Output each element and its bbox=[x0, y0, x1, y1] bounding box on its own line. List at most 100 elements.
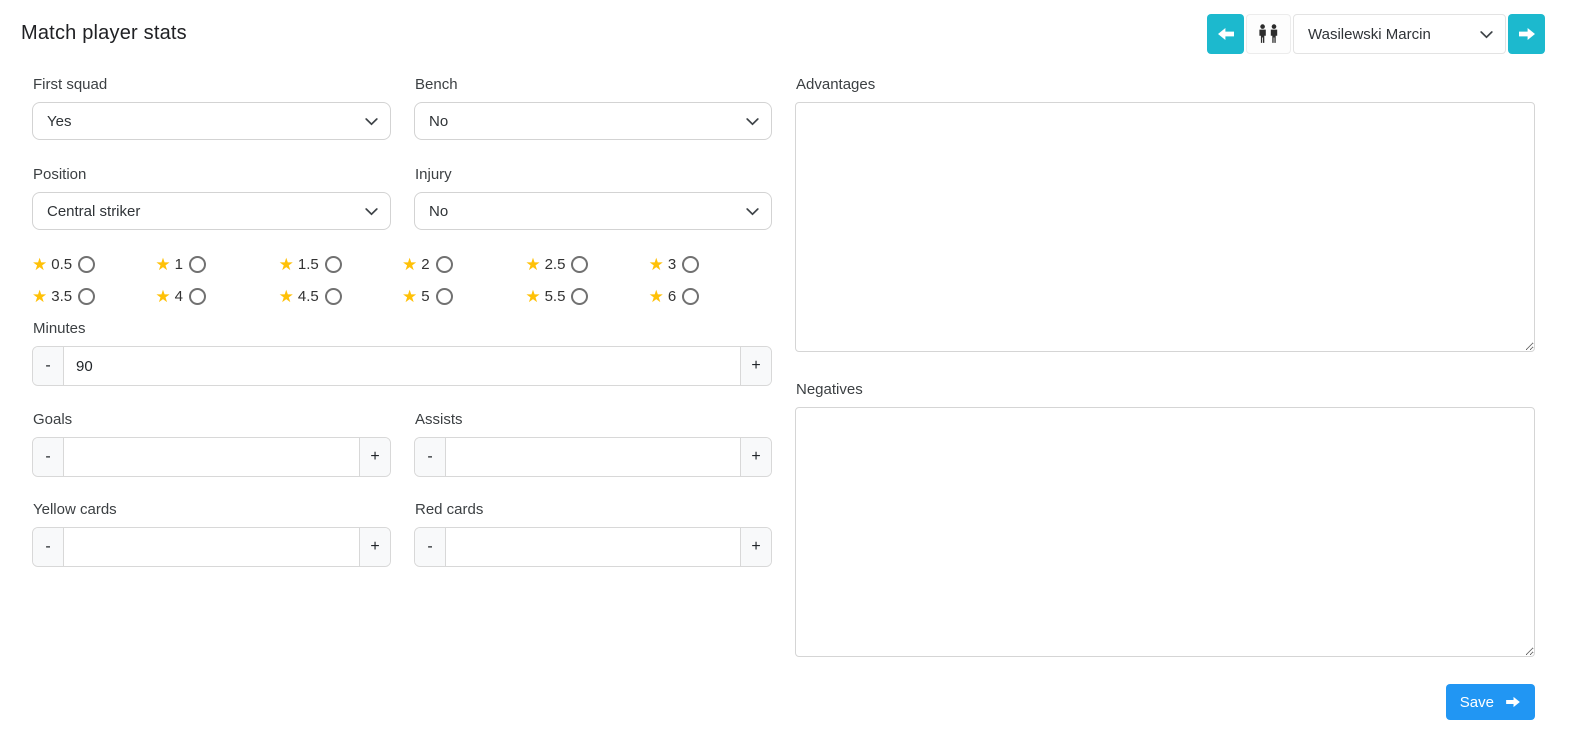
star-icon: ★ bbox=[32, 255, 48, 274]
first-squad-select[interactable]: Yes bbox=[32, 102, 391, 140]
rating-value: 1.5 bbox=[297, 256, 319, 273]
header: Match player stats Wasilewski Marcin bbox=[0, 0, 1571, 68]
yellow-cards-decrement-button[interactable]: - bbox=[33, 528, 64, 566]
rating-value: 5 bbox=[421, 288, 430, 305]
negatives-textarea[interactable] bbox=[795, 407, 1535, 657]
star-icon: ★ bbox=[278, 255, 294, 274]
assists-decrement-button[interactable]: - bbox=[415, 438, 446, 476]
yellow-cards-increment-button[interactable]: + bbox=[359, 528, 390, 566]
minutes-label: Minutes bbox=[33, 320, 86, 337]
rating-radio[interactable] bbox=[78, 288, 96, 305]
minutes-field: Minutes - + bbox=[32, 320, 772, 386]
rating-value: 1 bbox=[174, 256, 183, 273]
arrow-right-icon bbox=[1518, 27, 1536, 41]
rating-value: 2 bbox=[421, 256, 430, 273]
rating-option-4[interactable]: ★ 4 bbox=[155, 287, 278, 306]
players-list-button[interactable] bbox=[1246, 14, 1291, 54]
rating-option-5.5[interactable]: ★ 5.5 bbox=[525, 287, 648, 306]
star-icon: ★ bbox=[402, 255, 418, 274]
rating-radio[interactable] bbox=[188, 256, 206, 273]
player-navigation: Wasilewski Marcin bbox=[1207, 14, 1545, 54]
star-icon: ★ bbox=[155, 287, 171, 306]
rating-option-4.5[interactable]: ★ 4.5 bbox=[279, 287, 402, 306]
save-button[interactable]: Save bbox=[1445, 684, 1535, 720]
injury-label: Injury bbox=[415, 166, 452, 183]
rating-radio[interactable] bbox=[324, 256, 342, 273]
injury-field: Injury No bbox=[414, 166, 772, 230]
assists-label: Assists bbox=[415, 411, 463, 428]
first-squad-label: First squad bbox=[33, 76, 108, 93]
rating-option-1[interactable]: ★ 1 bbox=[155, 255, 278, 274]
player-select[interactable]: Wasilewski Marcin bbox=[1293, 14, 1506, 54]
minutes-input[interactable] bbox=[64, 347, 740, 385]
red-cards-field: Red cards - + bbox=[414, 501, 772, 567]
rating-radio[interactable] bbox=[571, 288, 589, 305]
advantages-field: Advantages bbox=[795, 76, 1535, 352]
assists-increment-button[interactable]: + bbox=[740, 438, 771, 476]
yellow-cards-field: Yellow cards - + bbox=[32, 501, 391, 567]
goals-stepper: - + bbox=[32, 437, 391, 477]
next-player-button[interactable] bbox=[1508, 14, 1545, 54]
rating-radio[interactable] bbox=[682, 256, 700, 273]
match-player-stats-page: Match player stats Wasilewski Marcin Fir… bbox=[0, 0, 1571, 720]
advantages-label: Advantages bbox=[796, 76, 876, 93]
star-icon: ★ bbox=[648, 287, 664, 306]
bench-select-wrap: No bbox=[414, 102, 772, 140]
rating-radio[interactable] bbox=[435, 288, 453, 305]
players-icon bbox=[1257, 24, 1280, 44]
star-icon: ★ bbox=[155, 255, 171, 274]
red-cards-decrement-button[interactable]: - bbox=[415, 528, 446, 566]
previous-player-button[interactable] bbox=[1207, 14, 1244, 54]
red-cards-stepper: - + bbox=[414, 527, 772, 567]
rating-value: 5.5 bbox=[544, 288, 566, 305]
rating-radio[interactable] bbox=[571, 256, 589, 273]
star-icon: ★ bbox=[525, 287, 541, 306]
rating-radio[interactable] bbox=[188, 288, 206, 305]
goals-increment-button[interactable]: + bbox=[359, 438, 390, 476]
position-select-wrap: Central striker bbox=[32, 192, 391, 230]
rating-radio[interactable] bbox=[435, 256, 453, 273]
rating-option-0.5[interactable]: ★ 0.5 bbox=[32, 255, 155, 274]
position-select[interactable]: Central striker bbox=[32, 192, 391, 230]
yellow-cards-input[interactable] bbox=[64, 528, 359, 566]
injury-select[interactable]: No bbox=[414, 192, 772, 230]
rating-option-3[interactable]: ★ 3 bbox=[649, 255, 772, 274]
bench-select[interactable]: No bbox=[414, 102, 772, 140]
minutes-decrement-button[interactable]: - bbox=[33, 347, 64, 385]
goals-decrement-button[interactable]: - bbox=[33, 438, 64, 476]
rating-radio[interactable] bbox=[324, 288, 342, 305]
rating-value: 6 bbox=[667, 288, 677, 305]
bench-field: Bench No bbox=[414, 76, 772, 140]
rating-radio[interactable] bbox=[78, 256, 96, 273]
injury-select-wrap: No bbox=[414, 192, 772, 230]
rating-option-5[interactable]: ★ 5 bbox=[402, 287, 525, 306]
position-label: Position bbox=[33, 166, 87, 183]
goals-input[interactable] bbox=[64, 438, 359, 476]
negatives-label: Negatives bbox=[796, 381, 863, 398]
bench-label: Bench bbox=[415, 76, 458, 93]
rating-value: 3 bbox=[667, 256, 677, 273]
notes-column: Advantages Negatives Save bbox=[795, 76, 1535, 720]
rating-option-2[interactable]: ★ 2 bbox=[402, 255, 525, 274]
assists-input[interactable] bbox=[446, 438, 740, 476]
assists-field: Assists - + bbox=[414, 411, 772, 477]
first-squad-field: First squad Yes bbox=[32, 76, 391, 140]
rating-option-1.5[interactable]: ★ 1.5 bbox=[279, 255, 402, 274]
rating-option-3.5[interactable]: ★ 3.5 bbox=[32, 287, 155, 306]
page-title: Match player stats bbox=[21, 22, 187, 44]
star-icon: ★ bbox=[648, 255, 664, 274]
goals-field: Goals - + bbox=[32, 411, 391, 477]
rating-radio[interactable] bbox=[682, 288, 700, 305]
stats-column: First squad Yes Bench No Position Centra… bbox=[32, 76, 772, 720]
red-cards-increment-button[interactable]: + bbox=[740, 528, 771, 566]
red-cards-input[interactable] bbox=[446, 528, 740, 566]
advantages-textarea[interactable] bbox=[795, 102, 1535, 352]
minutes-increment-button[interactable]: + bbox=[740, 347, 771, 385]
rating-value: 0.5 bbox=[51, 256, 73, 273]
negatives-field: Negatives bbox=[795, 381, 1535, 657]
rating-value: 3.5 bbox=[51, 288, 73, 305]
goals-label: Goals bbox=[33, 411, 73, 428]
yellow-cards-label: Yellow cards bbox=[33, 501, 117, 518]
rating-option-6[interactable]: ★ 6 bbox=[649, 287, 772, 306]
rating-option-2.5[interactable]: ★ 2.5 bbox=[525, 255, 648, 274]
